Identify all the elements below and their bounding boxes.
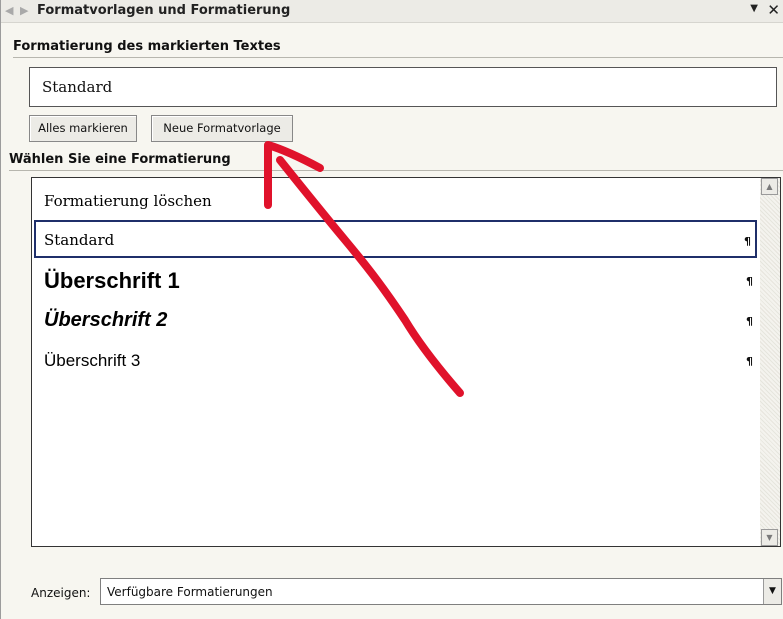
selected-text-format-header: Formatierung des markierten Textes [13,39,281,54]
show-label: Anzeigen: [31,586,91,600]
list-item-heading-3[interactable]: Überschrift 3 ¶ [34,342,757,380]
choose-format-header: Wählen Sie eine Formatierung [9,152,231,167]
paragraph-mark-icon: ¶ [746,275,753,288]
current-style-value: Standard [42,78,113,96]
list-item-clear-formatting[interactable]: Formatierung löschen [34,182,757,220]
styles-and-formatting-pane: ◀ ▶ Formatvorlagen und Formatierung ▼ ✕ … [0,0,783,619]
arrow-right-icon[interactable]: ▶ [20,4,28,17]
close-icon[interactable]: ✕ [767,1,780,19]
paragraph-mark-icon: ¶ [744,235,751,248]
show-dropdown[interactable]: Verfügbare Formatierungen ▼ [100,578,782,605]
show-dropdown-value: Verfügbare Formatierungen [107,585,273,599]
list-item-heading-2[interactable]: Überschrift 2 ¶ [34,302,757,340]
format-listbox[interactable]: Formatierung löschen Standard ¶ Überschr… [31,177,781,547]
list-scrollbar[interactable]: ▲ ▼ [760,178,780,546]
current-style-box: Standard [29,67,777,107]
list-item-label: Formatierung löschen [44,192,212,210]
list-item-label: Überschrift 3 [44,351,141,370]
list-item-standard[interactable]: Standard ¶ [34,220,757,258]
arrow-left-icon[interactable]: ◀ [5,4,13,17]
chevron-down-icon[interactable]: ▼ [763,579,781,604]
scroll-up-arrow-icon[interactable]: ▲ [761,178,778,195]
list-item-label: Überschrift 2 [44,309,168,331]
pane-title: Formatvorlagen und Formatierung [37,3,291,18]
list-item-label: Überschrift 1 [44,268,180,293]
new-style-button[interactable]: Neue Formatvorlage [151,115,293,142]
scroll-down-arrow-icon[interactable]: ▼ [761,529,778,546]
list-item-label: Standard [44,231,115,249]
section-divider [9,170,783,171]
paragraph-mark-icon: ¶ [746,315,753,328]
list-item-heading-1[interactable]: Überschrift 1 ¶ [34,262,757,300]
select-all-button[interactable]: Alles markieren [29,115,137,142]
pane-titlebar: ◀ ▶ Formatvorlagen und Formatierung ▼ ✕ [1,0,783,23]
paragraph-mark-icon: ¶ [746,355,753,368]
pane-menu-icon[interactable]: ▼ [750,3,758,14]
section-divider [13,57,783,58]
